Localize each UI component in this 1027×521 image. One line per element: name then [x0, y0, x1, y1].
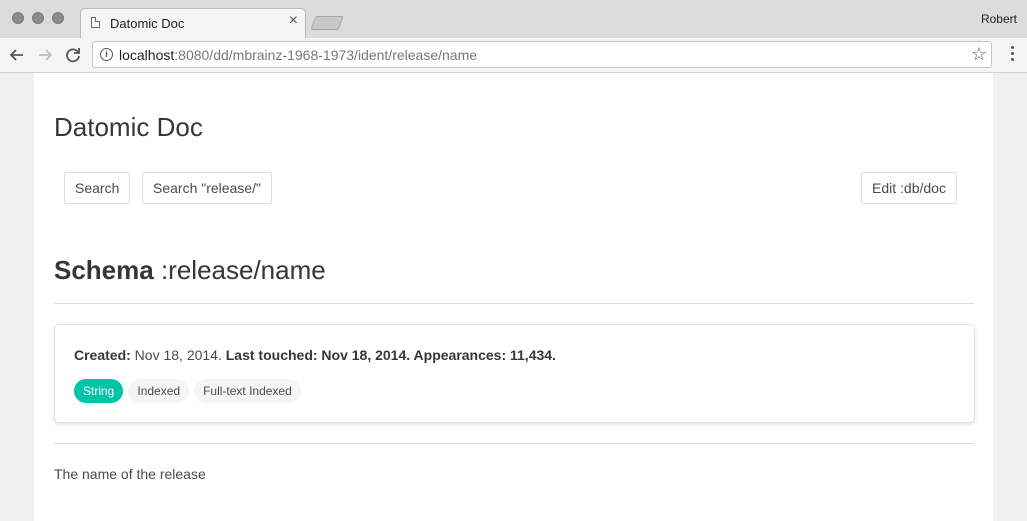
- url-host: localhost: [119, 47, 175, 63]
- maximize-window-button[interactable]: [52, 12, 64, 24]
- back-arrow-icon[interactable]: [6, 44, 28, 66]
- bookmark-star-icon[interactable]: ☆: [971, 44, 987, 65]
- page-container: Datomic Doc Search Search "release/" Edi…: [34, 73, 993, 521]
- divider: [54, 303, 974, 304]
- schema-label: Schema: [54, 255, 154, 285]
- browser-menu-icon[interactable]: [1011, 46, 1015, 64]
- search-scope-button[interactable]: Search "release/": [142, 172, 272, 204]
- new-tab-button[interactable]: [310, 16, 344, 30]
- last-touched: Last touched: Nov 18, 2014.: [225, 347, 411, 363]
- tab-close-icon[interactable]: ×: [289, 13, 298, 29]
- appearances: Appearances: 11,434.: [410, 347, 556, 363]
- attribute-description: The name of the release: [54, 466, 206, 482]
- document-icon: [91, 17, 100, 28]
- address-bar[interactable]: i localhost:8080/dd/mbrainz-1968-1973/id…: [92, 41, 992, 68]
- schema-ident: :release/name: [153, 255, 326, 285]
- attribute-tags: String Indexed Full-text Indexed: [74, 379, 306, 403]
- url-path: :8080/dd/mbrainz-1968-1973/ident/release…: [174, 47, 478, 63]
- site-title[interactable]: Datomic Doc: [54, 112, 203, 143]
- tag-fulltext: Full-text Indexed: [194, 379, 301, 403]
- search-button[interactable]: Search: [64, 172, 131, 204]
- page-title: Schema :release/name: [54, 255, 326, 286]
- minimize-window-button[interactable]: [32, 12, 44, 24]
- created-label: Created:: [74, 347, 131, 363]
- divider: [54, 443, 974, 444]
- attribute-info-box: Created: Nov 18, 2014. Last touched: Nov…: [54, 324, 975, 423]
- profile-name[interactable]: Robert: [981, 12, 1017, 26]
- close-window-button[interactable]: [12, 12, 24, 24]
- url-text[interactable]: localhost:8080/dd/mbrainz-1968-1973/iden…: [119, 47, 477, 63]
- reload-icon[interactable]: [62, 44, 84, 66]
- created-value: Nov 18, 2014.: [130, 347, 226, 363]
- tag-value-type: String: [74, 379, 124, 403]
- info-icon[interactable]: i: [100, 48, 113, 61]
- tag-indexed: Indexed: [128, 379, 190, 403]
- attribute-meta: Created: Nov 18, 2014. Last touched: Nov…: [74, 347, 556, 363]
- browser-titlebar: Datomic Doc × Robert: [0, 0, 1027, 38]
- forward-arrow-icon[interactable]: [34, 44, 56, 66]
- browser-tab-active[interactable]: Datomic Doc ×: [80, 8, 306, 38]
- tab-title: Datomic Doc: [110, 16, 185, 31]
- edit-doc-button[interactable]: Edit :db/doc: [861, 172, 957, 204]
- browser-toolbar: i localhost:8080/dd/mbrainz-1968-1973/id…: [0, 38, 1027, 73]
